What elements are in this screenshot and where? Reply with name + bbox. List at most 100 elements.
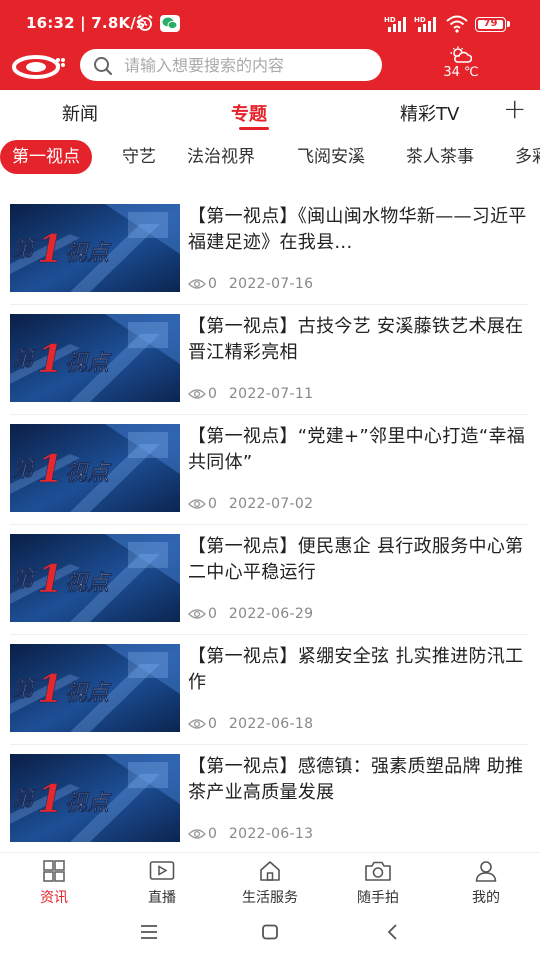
- list-item[interactable]: 第 1 视点 【第一视点】“党建+”邻里中心打造“幸福共同体” 0 2022-07-…: [10, 416, 528, 526]
- camera-icon: [365, 861, 391, 881]
- first-view-logo-image: 第 1 视点: [10, 424, 180, 512]
- subcategory-craft[interactable]: 守艺: [122, 140, 156, 174]
- publish-date: 2022-06-13: [228, 826, 314, 842]
- weather-temperature: 34 ℃: [443, 65, 479, 80]
- main-tabs: 新闻 专题 精彩TV +: [0, 90, 540, 134]
- article-title[interactable]: 【第一视点】《闽山闽水物华新——习近平福建足迹》在我县...: [188, 204, 528, 256]
- nav-label: 生活服务: [242, 890, 298, 906]
- tab-topics[interactable]: 专题: [231, 100, 267, 126]
- first-view-logo-image: 第 1 视点: [10, 204, 180, 292]
- tab-tv[interactable]: 精彩TV: [400, 100, 459, 126]
- divider: [10, 304, 528, 305]
- tab-news[interactable]: 新闻: [62, 100, 98, 126]
- svg-text:HD: HD: [414, 16, 426, 24]
- article-meta: 0 2022-07-16: [188, 276, 313, 292]
- publish-date: 2022-07-02: [228, 496, 314, 512]
- svg-text:视点: 视点: [65, 460, 112, 486]
- search-bar[interactable]: [80, 49, 382, 81]
- article-meta: 0 2022-06-13: [188, 826, 313, 842]
- publish-date: 2022-07-16: [228, 276, 314, 292]
- eye-icon: [188, 609, 206, 619]
- home-button-icon[interactable]: [262, 924, 278, 940]
- nav-label: 资讯: [40, 890, 68, 906]
- subcategory-anxi[interactable]: 飞阅安溪: [297, 140, 365, 174]
- status-time-and-speed: 16:32 | 7.8K/s: [26, 14, 146, 32]
- nav-news[interactable]: 资讯: [0, 859, 108, 907]
- home-icon: [260, 861, 280, 881]
- nav-me[interactable]: 我的: [432, 859, 540, 907]
- news-grid-icon: [43, 860, 65, 882]
- subcategory-first-view[interactable]: 第一视点: [0, 140, 92, 174]
- first-view-logo-image: 第 1 视点: [10, 644, 180, 732]
- battery-icon: 79: [475, 17, 510, 32]
- article-title[interactable]: 【第一视点】感德镇：强素质塑品牌 助推茶产业高质量发展: [188, 754, 528, 806]
- battery-level: 79: [483, 18, 498, 29]
- first-view-logo-image: 第 1 视点: [10, 754, 180, 842]
- nav-snapshot[interactable]: 随手拍: [324, 859, 432, 907]
- list-item[interactable]: 第 1 视点 【第一视点】古技今艺 安溪藤铁艺术展在晋江精彩亮相 0 2022-07…: [10, 306, 528, 416]
- list-item[interactable]: 第 1 视点 【第一视点】紧绷安全弦 扎实推进防汛工作 0 2022-06-18: [10, 636, 528, 746]
- first-view-logo-image: 第 1 视点: [10, 534, 180, 622]
- publish-date: 2022-06-18: [228, 716, 314, 732]
- app-logo[interactable]: [12, 52, 68, 80]
- add-channel-icon[interactable]: +: [503, 92, 526, 125]
- divider: [10, 634, 528, 635]
- eye-icon: [188, 499, 206, 509]
- article-thumbnail[interactable]: 第 1 视点: [10, 644, 180, 732]
- list-item[interactable]: 第 1 视点 【第一视点】感德镇：强素质塑品牌 助推茶产业高质量发展 0 2022-…: [10, 746, 528, 856]
- weather-widget[interactable]: 34 ℃: [430, 46, 492, 86]
- nav-life-service[interactable]: 生活服务: [216, 859, 324, 907]
- eye-icon: [188, 279, 206, 289]
- svg-text:1: 1: [37, 776, 63, 821]
- article-title[interactable]: 【第一视点】便民惠企 县行政服务中心第二中心平稳运行: [188, 534, 528, 586]
- publish-date: 2022-07-11: [228, 386, 314, 402]
- status-bar: 16:32 | 7.8K/s HD HD 79: [0, 0, 540, 46]
- article-title[interactable]: 【第一视点】古技今艺 安溪藤铁艺术展在晋江精彩亮相: [188, 314, 528, 366]
- article-meta: 0 2022-07-11: [188, 386, 313, 402]
- subcategory-law[interactable]: 法治视界: [187, 140, 255, 174]
- subcategory-colorful[interactable]: 多彩: [515, 140, 540, 174]
- status-time: 16:32: [26, 14, 75, 32]
- article-thumbnail[interactable]: 第 1 视点: [10, 204, 180, 292]
- article-title[interactable]: 【第一视点】“党建+”邻里中心打造“幸福共同体”: [188, 424, 528, 476]
- nav-label: 直播: [148, 890, 176, 906]
- svg-text:1: 1: [37, 446, 63, 491]
- nav-label: 随手拍: [357, 890, 399, 906]
- first-view-logo-image: 第 1 视点: [10, 314, 180, 402]
- divider: [10, 524, 528, 525]
- view-count: 0: [208, 606, 217, 622]
- article-thumbnail[interactable]: 第 1 视点: [10, 534, 180, 622]
- nav-label: 我的: [472, 890, 500, 906]
- article-thumbnail[interactable]: 第 1 视点: [10, 424, 180, 512]
- article-thumbnail[interactable]: 第 1 视点: [10, 754, 180, 842]
- svg-text:视点: 视点: [65, 240, 112, 266]
- divider: [10, 414, 528, 415]
- menu-icon[interactable]: [140, 924, 158, 940]
- svg-text:1: 1: [37, 226, 63, 271]
- system-navigation-bar: [0, 908, 540, 960]
- subcategory-bar: 第一视点 守艺 法治视界 飞阅安溪 茶人茶事 多彩: [0, 138, 540, 178]
- view-count: 0: [208, 276, 217, 292]
- view-count: 0: [208, 386, 217, 402]
- subcategory-tea[interactable]: 茶人茶事: [406, 140, 474, 174]
- svg-text:1: 1: [37, 556, 63, 601]
- app-header: 16:32 | 7.8K/s HD HD 79 请输入想要搜索的内容 34 ℃: [0, 0, 540, 90]
- article-title[interactable]: 【第一视点】紧绷安全弦 扎实推进防汛工作: [188, 644, 528, 696]
- article-thumbnail[interactable]: 第 1 视点: [10, 314, 180, 402]
- signal-hd-icon: HD: [384, 16, 406, 32]
- svg-text:HD: HD: [384, 16, 396, 24]
- search-input[interactable]: [124, 53, 374, 77]
- eye-icon: [188, 389, 206, 399]
- article-meta: 0 2022-06-18: [188, 716, 313, 732]
- wechat-icon: [160, 15, 180, 32]
- live-play-icon: [149, 861, 175, 880]
- svg-text:视点: 视点: [65, 570, 112, 596]
- nav-live[interactable]: 直播: [108, 859, 216, 907]
- active-tab-indicator: [239, 127, 269, 130]
- list-item[interactable]: 第 1 视点 【第一视点】便民惠企 县行政服务中心第二中心平稳运行 0 2022-0…: [10, 526, 528, 636]
- svg-text:1: 1: [37, 666, 63, 711]
- svg-text:1: 1: [37, 336, 63, 381]
- back-icon[interactable]: [386, 924, 398, 940]
- list-item[interactable]: 第 1 视点 【第一视点】《闽山闽水物华新——习近平福建足迹》在我县... 0 20…: [10, 196, 528, 306]
- wifi-icon: [446, 15, 468, 33]
